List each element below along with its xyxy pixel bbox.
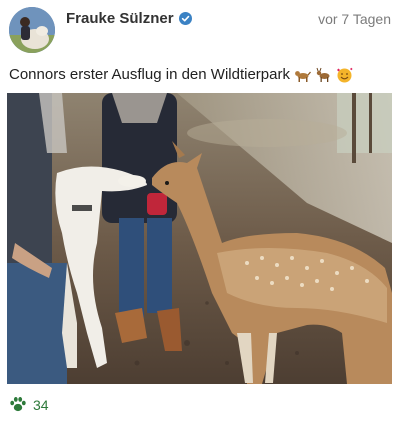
post-time: vor 7 Tagen (318, 11, 391, 27)
author-name[interactable]: Frauke Sülzner (66, 10, 174, 27)
caption-text: Connors erster Ausflug in den Wildtierpa… (9, 66, 290, 83)
verified-badge-icon (178, 12, 192, 25)
dog-emoji-icon (295, 70, 311, 82)
avatar-image (9, 7, 55, 53)
like-count: 34 (33, 396, 49, 413)
deer-emoji-icon (316, 67, 330, 82)
post-caption: Connors erster Ausflug in den Wildtierpa… (9, 66, 353, 83)
smiling-face-with-hearts-emoji-icon (336, 67, 353, 82)
author-row: Frauke Sülzner (66, 10, 192, 27)
social-post: Frauke Sülzner vor 7 Tagen Connors erste… (0, 0, 400, 423)
photo-scene-image (7, 93, 392, 384)
post-footer: 34 (9, 396, 49, 413)
author-avatar[interactable] (9, 7, 55, 53)
paw-like-icon[interactable] (9, 396, 27, 413)
post-photo[interactable] (7, 93, 392, 384)
